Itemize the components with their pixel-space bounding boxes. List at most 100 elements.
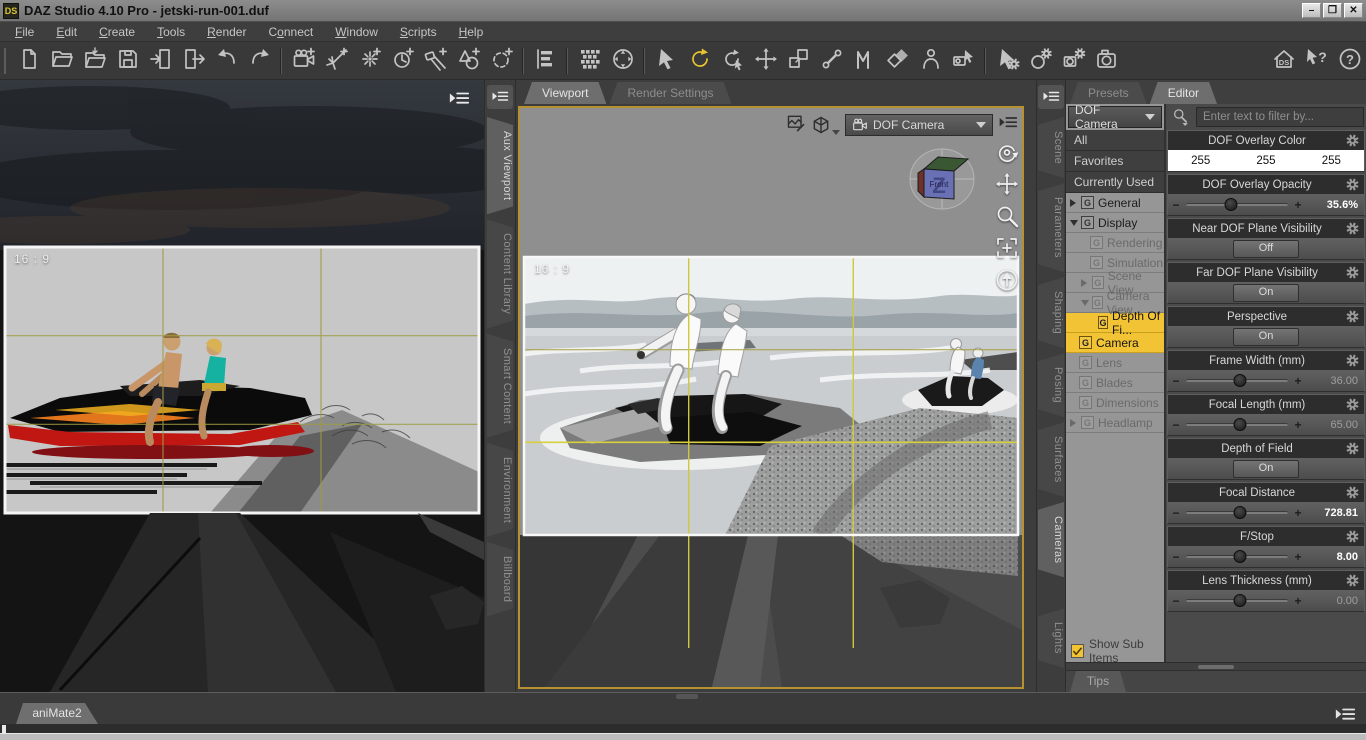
maximize-button[interactable]: ❐ <box>1323 3 1342 18</box>
param-settings-gear-icon[interactable] <box>1346 486 1361 499</box>
new-file-button[interactable] <box>12 46 45 76</box>
menu-render[interactable]: Render <box>196 22 257 42</box>
param-settings-gear-icon[interactable] <box>1346 222 1361 235</box>
filter-input[interactable] <box>1196 107 1364 127</box>
rotate-tool-button[interactable] <box>683 46 716 76</box>
param-settings-gear-icon[interactable] <box>1346 266 1361 279</box>
slider-decrement-button[interactable]: − <box>1168 594 1184 608</box>
toggle-button[interactable]: On <box>1233 327 1299 346</box>
help-button[interactable]: ? <box>1333 46 1366 76</box>
open-file-button[interactable] <box>45 46 78 76</box>
param-value[interactable]: 36.00 <box>1306 375 1364 387</box>
add-distant-light-button[interactable] <box>320 46 353 76</box>
tab-parameters[interactable]: Parameters <box>1038 183 1064 272</box>
bottom-bar-menu-icon[interactable] <box>1334 704 1358 724</box>
param-settings-gear-icon[interactable] <box>1346 574 1361 587</box>
param-group-display[interactable]: G Display <box>1066 213 1164 233</box>
add-bulb-button[interactable] <box>386 46 419 76</box>
slider-knob[interactable] <box>1233 550 1247 563</box>
add-spotlight-button[interactable] <box>419 46 452 76</box>
viewport-tab-render-settings[interactable]: Render Settings <box>609 82 731 104</box>
import-button[interactable] <box>144 46 177 76</box>
color-value-row[interactable]: 255 255 255 <box>1168 150 1364 171</box>
viewport-menu-icon[interactable] <box>998 113 1018 136</box>
translate-tool-button[interactable] <box>749 46 782 76</box>
tree-collapsed-arrow-icon[interactable] <box>1070 198 1076 207</box>
menu-tools[interactable]: Tools <box>146 22 196 42</box>
menu-scripts[interactable]: Scripts <box>389 22 448 42</box>
scale-tool-button[interactable] <box>782 46 815 76</box>
param-group-blades[interactable]: G Blades <box>1066 373 1164 393</box>
view-selector-cube-icon[interactable] <box>811 115 840 135</box>
param-value[interactable]: 65.00 <box>1306 419 1364 431</box>
slider-decrement-button[interactable]: − <box>1168 418 1184 432</box>
view-tool-zoom-icon[interactable] <box>995 204 1019 231</box>
add-primitive-button[interactable] <box>452 46 485 76</box>
param-group-dimensions[interactable]: G Dimensions <box>1066 393 1164 413</box>
tips-tab[interactable]: Tips <box>1070 671 1126 692</box>
slider-increment-button[interactable]: + <box>1290 374 1306 388</box>
geometry-editor-button[interactable] <box>848 46 881 76</box>
slider-increment-button[interactable]: + <box>1290 198 1306 212</box>
tab-surfaces[interactable]: Surfaces <box>1038 422 1064 497</box>
merge-file-button[interactable] <box>78 46 111 76</box>
tab-scene[interactable]: Scene <box>1038 117 1064 178</box>
tab-lights[interactable]: Lights <box>1038 608 1064 668</box>
drawstyle-icon[interactable] <box>786 113 806 136</box>
slider-track[interactable] <box>1186 550 1288 563</box>
tree-collapsed-arrow-icon[interactable] <box>1081 278 1087 287</box>
outline-options-button[interactable] <box>529 46 562 76</box>
left-strip-menu-icon[interactable] <box>487 85 513 109</box>
view-tool-aim-icon[interactable] <box>995 268 1019 295</box>
right-strip-menu-icon[interactable] <box>1038 85 1064 109</box>
slider-increment-button[interactable]: + <box>1290 594 1306 608</box>
param-settings-gear-icon[interactable] <box>1346 442 1361 455</box>
content-grid-button[interactable] <box>573 46 606 76</box>
param-settings-gear-icon[interactable] <box>1346 354 1361 367</box>
toggle-button[interactable]: On <box>1233 283 1299 302</box>
slider-decrement-button[interactable]: − <box>1168 374 1184 388</box>
export-button[interactable] <box>177 46 210 76</box>
slider-track[interactable] <box>1186 198 1288 211</box>
scene-navigator-button[interactable] <box>606 46 639 76</box>
tab-aux-viewport[interactable]: Aux Viewport <box>487 117 513 214</box>
aux-viewport-pane[interactable]: 16 : 9 <box>0 80 540 692</box>
surface-gear-button[interactable] <box>1024 46 1057 76</box>
param-group-lens[interactable]: G Lens <box>1066 353 1164 373</box>
add-group-button[interactable] <box>485 46 518 76</box>
param-settings-gear-icon[interactable] <box>1346 178 1361 191</box>
param-settings-gear-icon[interactable] <box>1346 310 1361 323</box>
panel-tab-editor[interactable]: Editor <box>1150 82 1217 104</box>
add-camera-button[interactable] <box>287 46 320 76</box>
camera-selector-dropdown[interactable]: DOF Camera <box>845 113 993 136</box>
tree-expanded-arrow-icon[interactable] <box>1070 219 1078 226</box>
view-tool-pan-icon[interactable] <box>995 172 1019 199</box>
tab-environment[interactable]: Environment <box>487 443 513 537</box>
toggle-button[interactable]: On <box>1233 459 1299 478</box>
param-group-rendering[interactable]: G Rendering <box>1066 233 1164 253</box>
param-settings-gear-icon[interactable] <box>1346 398 1361 411</box>
node-cursor-button[interactable] <box>650 46 683 76</box>
tab-posing[interactable]: Posing <box>1038 353 1064 417</box>
search-icon[interactable] <box>1169 107 1193 127</box>
tab-content-library[interactable]: Content Library <box>487 219 513 328</box>
quick-group-currently-used[interactable]: Currently Used <box>1066 172 1164 193</box>
tab-cameras[interactable]: Cameras <box>1038 502 1064 577</box>
render-camera-button[interactable] <box>1090 46 1123 76</box>
horizontal-splitter-handle[interactable] <box>676 694 698 699</box>
slider-knob[interactable] <box>1233 374 1247 387</box>
slider-increment-button[interactable]: + <box>1290 550 1306 564</box>
menu-window[interactable]: Window <box>324 22 389 42</box>
minimize-button[interactable]: – <box>1302 3 1321 18</box>
tab-smart-content[interactable]: Smart Content <box>487 334 513 438</box>
playhead-tick[interactable] <box>2 725 6 733</box>
toggle-button[interactable]: Off <box>1233 239 1299 258</box>
show-sub-items-row[interactable]: Show Sub Items <box>1066 637 1164 665</box>
view-tool-frame-icon[interactable] <box>995 236 1019 263</box>
slider-knob[interactable] <box>1233 506 1247 519</box>
redo-button[interactable] <box>243 46 276 76</box>
param-group-headlamp[interactable]: G Headlamp <box>1066 413 1164 433</box>
view-cube-gizmo[interactable]: Z Front <box>908 144 980 215</box>
menu-file[interactable]: File <box>4 22 45 42</box>
slider-track[interactable] <box>1186 374 1288 387</box>
